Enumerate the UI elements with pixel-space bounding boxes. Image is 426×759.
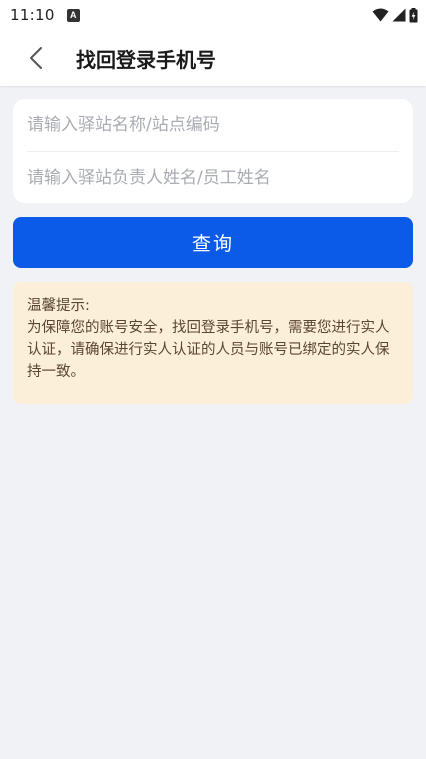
- name-input[interactable]: [27, 167, 399, 188]
- tip-body: 为保障您的账号安全，找回登录手机号，需要您进行实人认证，请确保进行实人认证的人员…: [27, 320, 390, 380]
- battery-icon: [409, 7, 418, 22]
- page-title: 找回登录手机号: [76, 47, 216, 72]
- signal-icon: [392, 8, 406, 22]
- station-input[interactable]: [27, 115, 399, 135]
- station-field-row: [27, 99, 399, 151]
- wifi-icon: [372, 8, 389, 22]
- chevron-left-icon: [30, 47, 42, 69]
- status-bar: 11:10 A: [0, 0, 426, 30]
- notification-icon: A: [66, 8, 80, 22]
- app-header: 找回登录手机号: [0, 30, 426, 86]
- tip-box: 温馨提示: 为保障您的账号安全，找回登录手机号，需要您进行实人认证，请确保进行实…: [13, 282, 413, 404]
- tip-title: 温馨提示:: [27, 298, 90, 314]
- status-left: 11:10 A: [10, 6, 80, 24]
- name-field-row: [27, 151, 399, 203]
- query-button[interactable]: 查询: [13, 217, 413, 268]
- search-form-card: [13, 99, 413, 203]
- status-time: 11:10: [10, 6, 55, 24]
- status-icons: [372, 7, 418, 23]
- back-button[interactable]: [16, 38, 56, 78]
